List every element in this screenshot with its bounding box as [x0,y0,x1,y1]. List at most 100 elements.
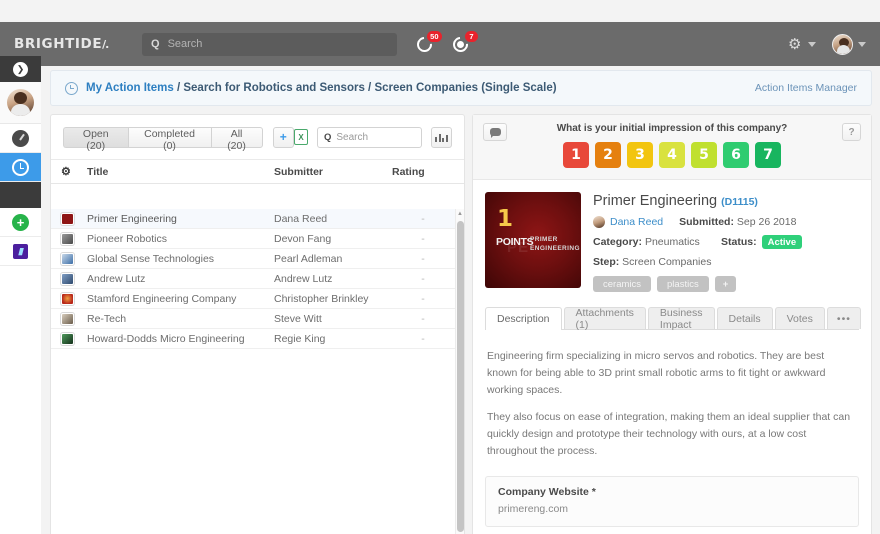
row-thumbnail [61,312,87,325]
row-submitter: Pearl Adleman [274,252,343,265]
tab-more-button[interactable]: ••• [826,307,861,329]
scale-button-3[interactable]: 3 [627,142,653,168]
brightidea-logo[interactable]: BRIGHTIDE/. [14,36,124,52]
logo-mark: /. [102,38,109,51]
global-search-input[interactable] [167,38,388,50]
rail-item-dashboard[interactable] [0,124,41,153]
tab-details[interactable]: Details [716,307,773,329]
global-search-box[interactable]: Q [142,32,397,56]
rail-expand-button[interactable]: ❯ [0,56,41,82]
activity-badge: 50 [426,31,442,43]
description-paragraph-1: Engineering firm specializing in micro s… [487,350,826,396]
scale-button-4[interactable]: 4 [659,142,685,168]
column-header-submitter[interactable]: Submitter [274,166,392,178]
tab-attachments[interactable]: Attachments (1) [563,307,646,331]
description-paragraph-2: They also focus on ease of integration, … [487,411,851,457]
column-header-title[interactable]: Title [87,166,274,178]
user-menu[interactable] [832,33,866,55]
bubble-shape [489,128,501,138]
breadcrumb: My Action Items / Search for Robotics an… [50,70,872,106]
breadcrumb-root-link[interactable]: My Action Items [86,82,174,94]
company-logo-thumbnail[interactable]: 1 PE POINTS PRIMER ENGINEERING [485,192,581,288]
comment-activity-icon[interactable]: 7 [449,31,478,56]
tab-business-impact[interactable]: Business Impact [647,307,715,331]
impression-rating-section: ? What is your initial impression of thi… [473,115,871,180]
step-row: Step: Screen Companies [593,256,859,268]
submitted-value: Sep 26 2018 [736,216,797,228]
filter-all-button[interactable]: All (20) [210,126,263,152]
scale-button-1[interactable]: 1 [563,142,589,168]
header-notification-group: 50 7 [413,31,478,56]
left-rail: ❯ + ▮ [0,56,41,534]
tag-plastics[interactable]: plastics [657,276,709,292]
table-row[interactable]: Stamford Engineering Company Christopher… [51,289,464,309]
clock-icon [65,81,78,95]
plus-circle-icon: + [12,213,29,231]
category-label: Category: [593,236,643,248]
action-items-manager-link[interactable]: Action Items Manager [755,82,857,94]
rail-divider [0,182,41,208]
search-icon: Q [324,131,332,143]
breadcrumb-level2[interactable]: Search for Robotics and Sensors [183,82,365,94]
submitter-avatar [593,216,605,228]
help-icon[interactable]: ? [842,123,861,141]
logo-points-label: POINTS [496,236,534,248]
add-filter-button[interactable]: + [272,126,294,148]
row-thumbnail [61,272,87,285]
rail-item-action-items[interactable] [0,153,41,182]
row-submitter: Christopher Brinkley [274,292,369,305]
scale-button-2[interactable]: 2 [595,142,621,168]
table-row[interactable]: Primer Engineering Dana Reed - [51,209,464,229]
step-label: Step: [593,256,620,268]
field-value[interactable]: primereng.com [498,503,846,515]
column-settings-gear-icon[interactable]: ⚙ [61,165,87,178]
submitter-name[interactable]: Dana Reed [610,216,663,228]
tab-description[interactable]: Description [485,307,562,330]
table-row[interactable]: Pioneer Robotics Devon Fang - [51,229,464,249]
row-title: Global Sense Technologies [87,252,215,265]
table-row[interactable]: Re-Tech Steve Witt - [51,309,464,329]
list-search-box[interactable]: Q [317,126,422,148]
list-table-header: ⚙ Title Submitter Rating [51,159,464,184]
settings-menu[interactable]: ⚙ [788,37,816,52]
tag-ceramics[interactable]: ceramics [593,276,652,292]
tab-votes[interactable]: Votes [774,307,825,329]
list-scrollbar[interactable]: ▲ [455,209,464,534]
row-title: Primer Engineering [87,212,177,225]
excel-export-icon[interactable]: X [294,129,308,145]
row-title: Andrew Lutz [87,272,146,285]
scale-button-7[interactable]: 7 [755,142,781,168]
top-header-bar: BRIGHTIDE/. Q 50 7 ⚙ [0,22,880,66]
filter-open-button[interactable]: Open (20) [63,126,128,152]
scrollbar-thumb[interactable] [457,221,464,532]
action-items-list-panel: Open (20) Completed (0) All (20) + X Q ⚙… [50,114,465,534]
rail-item-app[interactable]: ▮ [0,237,41,266]
company-id[interactable]: (D1115) [721,196,758,208]
scroll-up-icon[interactable]: ▲ [456,209,464,219]
activity-icon[interactable]: 50 [413,31,442,56]
row-rating: - [421,212,425,225]
table-row[interactable]: Andrew Lutz Andrew Lutz - [51,269,464,289]
scale-button-5[interactable]: 5 [691,142,717,168]
row-submitter: Regie King [274,332,326,345]
chevron-down-icon [808,41,816,47]
scale-button-6[interactable]: 6 [723,142,749,168]
table-row[interactable]: Global Sense Technologies Pearl Adleman … [51,249,464,269]
bar-chart-icon[interactable] [431,126,452,148]
rail-item-avatar[interactable] [0,82,41,124]
search-icon: Q [151,38,160,50]
filter-completed-button[interactable]: Completed (0) [127,126,211,152]
row-rating: - [421,252,425,265]
rail-item-add[interactable]: + [0,208,41,237]
row-thumbnail [61,292,87,305]
column-header-rating[interactable]: Rating [392,166,454,178]
comment-bubble-icon[interactable] [483,123,507,141]
row-thumbnail [61,252,87,265]
table-row[interactable]: Howard-Dodds Micro Engineering Regie Kin… [51,329,464,349]
impression-question: What is your initial impression of this … [556,123,788,134]
row-title: Stamford Engineering Company [87,292,237,305]
add-tag-button[interactable]: + [714,276,737,292]
detail-tabs: Description Attachments (1) Business Imp… [485,306,861,331]
list-filter-bar: Open (20) Completed (0) All (20) + X Q [51,115,464,159]
list-search-input[interactable] [336,131,415,143]
